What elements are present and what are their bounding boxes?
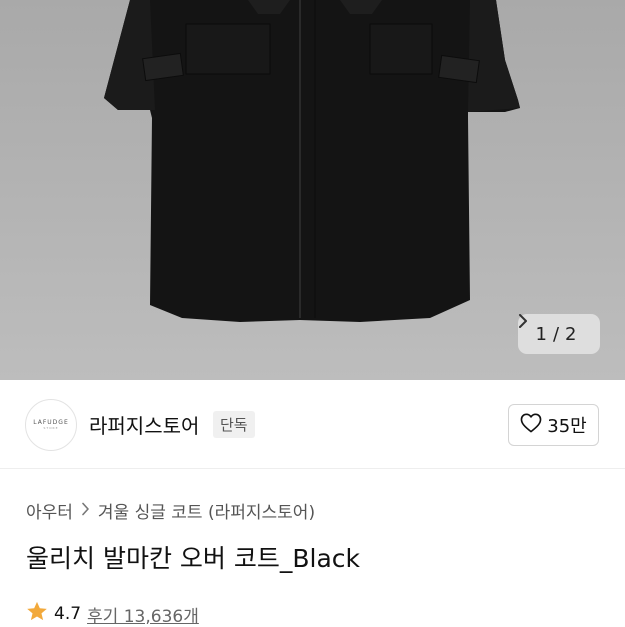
store-logo[interactable]: LAFUDGE STORE (25, 399, 77, 451)
breadcrumb: 아우터 겨울 싱글 코트 (라퍼지스토어) (26, 498, 315, 523)
heart-outline-icon (520, 413, 542, 438)
like-button[interactable]: 35만 (508, 404, 599, 446)
product-title: 울리치 발마칸 오버 코트_Black (26, 544, 360, 573)
store-logo-subtext: STORE (43, 426, 59, 430)
store-logo-text: LAFUDGE (33, 419, 69, 426)
like-count: 35만 (547, 416, 587, 437)
exclusive-badge: 단독 (213, 411, 255, 438)
rating-row: 4.7 후기 13,636개 (26, 601, 199, 627)
rating-score: 4.7 (54, 604, 82, 624)
breadcrumb-item-subcategory[interactable]: 겨울 싱글 코트 (라퍼지스토어) (98, 498, 315, 523)
gallery-total-pages: 2 (565, 323, 577, 345)
gallery-page-counter[interactable]: 1 / 2 (518, 314, 600, 354)
product-image-gallery[interactable]: 1 / 2 (0, 0, 625, 380)
reviews-link[interactable]: 후기 13,636개 (87, 602, 199, 627)
gallery-page-separator: / (552, 323, 560, 345)
store-row: LAFUDGE STORE 라퍼지스토어 단독 35만 (0, 380, 625, 469)
star-icon (26, 601, 48, 627)
chevron-right-icon (81, 501, 90, 521)
store-name-link[interactable]: 라퍼지스토어 (89, 410, 199, 439)
breadcrumb-item-category[interactable]: 아우터 (26, 498, 73, 523)
gallery-current-page: 1 (535, 323, 547, 345)
